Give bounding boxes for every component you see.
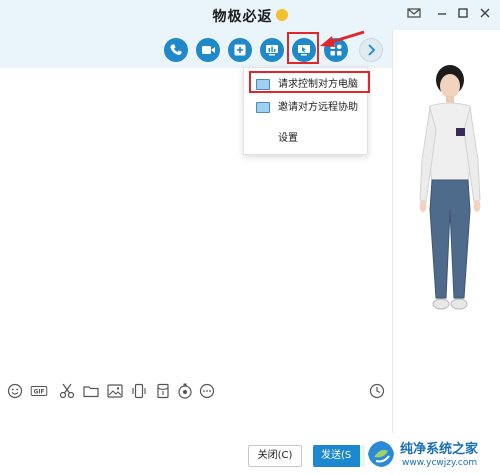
vip-badge-icon xyxy=(275,9,288,21)
annotation-box-remote-icon xyxy=(287,32,319,64)
maximize-icon[interactable] xyxy=(455,7,471,23)
contact-name: 物极必返 xyxy=(212,9,273,25)
watermark-url: www.ycwjzy.com xyxy=(402,458,478,468)
remote-assist-icon xyxy=(256,102,270,113)
mail-icon[interactable] xyxy=(406,7,422,23)
add-chat-icon[interactable] xyxy=(228,38,252,62)
avatar-figure-icon xyxy=(419,65,481,310)
image-icon[interactable] xyxy=(106,382,124,400)
voice-icon[interactable] xyxy=(176,382,194,400)
minimize-icon[interactable] xyxy=(434,7,450,23)
watermark-logo-icon xyxy=(368,441,394,467)
annotation-box-menu-item xyxy=(249,71,370,93)
send-button[interactable]: 发送(S xyxy=(313,445,365,467)
phone-icon[interactable] xyxy=(164,38,188,62)
red-packet-icon[interactable] xyxy=(154,382,172,400)
emoji-icon[interactable] xyxy=(6,382,24,400)
annotation-arrow-icon xyxy=(320,30,365,47)
screen-share-icon[interactable] xyxy=(260,38,284,62)
gif-label: GIF xyxy=(34,390,45,396)
video-icon[interactable] xyxy=(196,38,220,62)
clock-icon[interactable] xyxy=(368,382,386,400)
input-toolbar: GIF xyxy=(0,378,392,404)
menu-item-settings[interactable]: 设置 xyxy=(244,128,369,150)
title-bar: 物极必返 xyxy=(0,0,500,30)
watermark: 纯净系统之家 www.ycwjzy.com xyxy=(360,433,500,475)
close-button[interactable]: 关闭(C) xyxy=(248,445,302,467)
gif-icon[interactable]: GIF xyxy=(30,382,52,400)
shake-icon[interactable] xyxy=(130,382,148,400)
scissors-icon[interactable] xyxy=(58,382,76,400)
more-icon[interactable] xyxy=(198,382,216,400)
close-icon[interactable] xyxy=(477,7,493,23)
folder-icon[interactable] xyxy=(82,382,100,400)
menu-item-invite-assist[interactable]: 邀请对方远程协助 xyxy=(244,97,369,119)
watermark-title: 纯净系统之家 xyxy=(400,442,479,457)
window-title: 物极必返 xyxy=(0,6,500,26)
